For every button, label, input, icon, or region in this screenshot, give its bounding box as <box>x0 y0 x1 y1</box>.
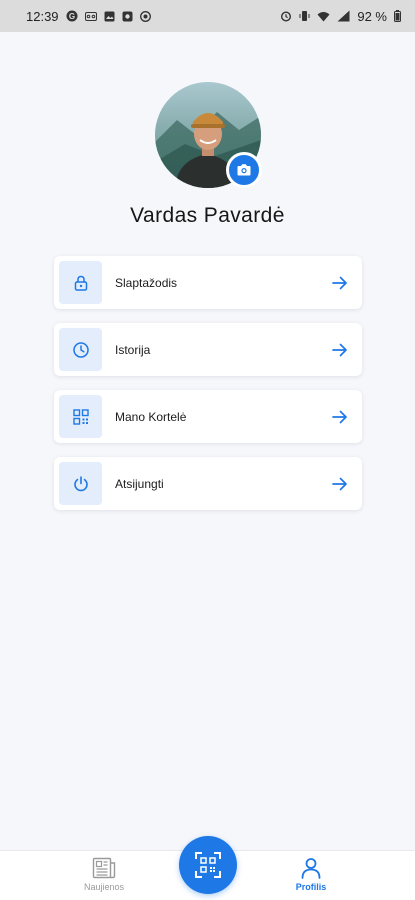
menu-icon-box <box>59 328 102 371</box>
photo-icon <box>104 11 115 22</box>
scan-qr-button[interactable] <box>179 836 237 894</box>
signal-icon <box>337 10 350 22</box>
nav-news-label: Naujienos <box>83 882 125 892</box>
voicemail-icon <box>84 11 97 21</box>
arrow-right-icon <box>331 408 349 426</box>
menu-item-label: Slaptažodis <box>115 275 178 290</box>
alarm-icon <box>280 10 292 22</box>
nav-profile-label: Profilis <box>295 882 327 892</box>
battery-icon <box>394 10 401 22</box>
menu-item-history[interactable]: Istorija <box>54 323 362 376</box>
arrow-right-icon <box>331 475 349 493</box>
android-icon <box>122 11 133 22</box>
status-left: 12:39 G <box>26 9 151 24</box>
menu-item-password[interactable]: Slaptažodis <box>54 256 362 309</box>
wifi-icon <box>317 11 330 22</box>
menu-icon-box <box>59 261 102 304</box>
svg-text:G: G <box>68 12 74 21</box>
app-g-icon: G <box>66 10 78 22</box>
menu-item-logout[interactable]: Atsijungti <box>54 457 362 510</box>
menu-item-label: Istorija <box>115 342 151 357</box>
arrow-right-icon <box>331 341 349 359</box>
change-photo-button[interactable] <box>226 152 262 188</box>
profile-menu: Slaptažodis Istorija Mano Kortelė Atsiju… <box>54 256 362 524</box>
status-bar: 12:39 G 92 % <box>0 0 415 32</box>
profile-avatar-container <box>155 82 262 188</box>
vibrate-icon <box>299 10 310 22</box>
user-name: Vardas Pavardė <box>130 204 285 227</box>
nav-profile[interactable]: Profilis <box>276 857 346 892</box>
user-icon <box>301 858 321 879</box>
cast-icon <box>139 10 151 22</box>
menu-icon-box <box>59 395 102 438</box>
camera-icon <box>237 164 251 176</box>
lock-icon <box>74 275 87 291</box>
menu-icon-box <box>59 462 102 505</box>
battery-percent: 92 % <box>357 8 387 24</box>
newspaper-icon <box>92 857 116 879</box>
clock-icon <box>72 341 89 358</box>
menu-item-label: Mano Kortelė <box>115 409 187 424</box>
menu-item-label: Atsijungti <box>115 476 164 491</box>
status-time: 12:39 <box>26 8 59 24</box>
status-right: 92 % <box>280 9 401 24</box>
power-icon <box>73 475 88 491</box>
nav-news[interactable]: Naujienos <box>69 857 139 892</box>
menu-item-my-card[interactable]: Mano Kortelė <box>54 390 362 443</box>
qr-code-icon <box>72 408 89 425</box>
qr-scan-icon <box>195 852 221 878</box>
arrow-right-icon <box>331 274 349 292</box>
